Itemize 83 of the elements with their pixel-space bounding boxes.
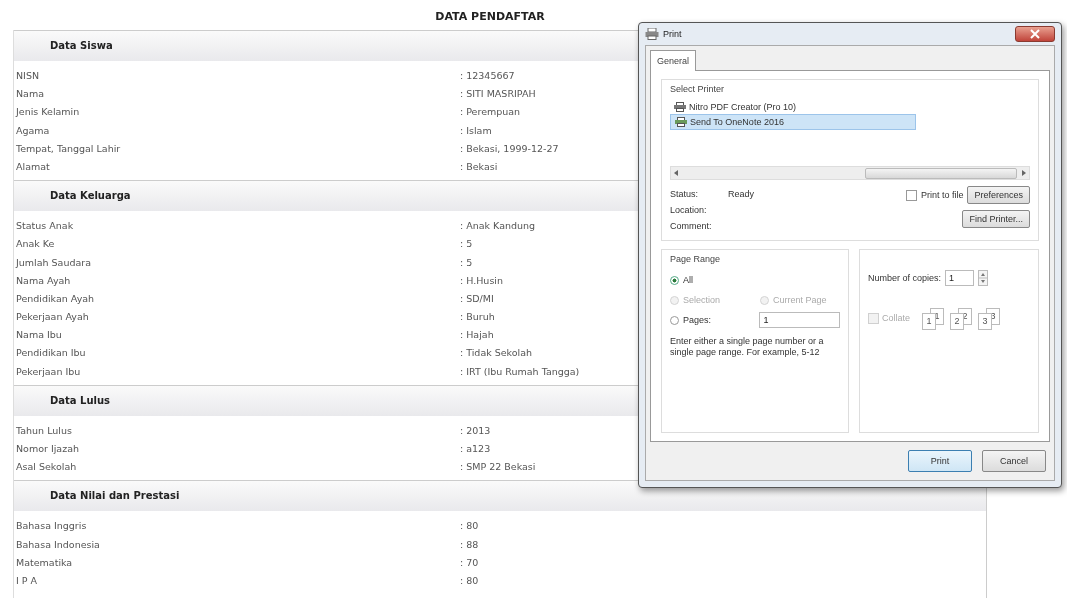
field-label: Nama [15,87,45,102]
field-value: : 5 [460,237,473,252]
field-value: : 70 [460,555,479,570]
copies-label: Number of copies: [868,273,942,283]
checkbox-label: Collate [882,313,910,323]
pages-field[interactable]: 1 [759,312,840,328]
section-header: Data Nilai dan Prestasi [14,480,986,512]
copies-field[interactable]: 1 [945,270,975,286]
preferences-button[interactable]: Preferences [967,186,1030,204]
field-value: : Bekasi [460,159,498,174]
field-label: Alamat [15,159,51,174]
field-value: : SD/MI [460,291,494,306]
field-value: : 88 [460,537,479,552]
field-value: : Islam [460,123,492,138]
printer-icon [675,117,687,127]
field-label: Nama Ibu [15,328,63,343]
dialog-title: Print [663,29,682,39]
printer-item[interactable]: Nitro PDF Creator (Pro 10) [670,100,914,114]
close-button[interactable] [1015,26,1055,42]
field-label: Pekerjaan Ibu [15,364,82,379]
field-value: : Anak Kandung [460,219,536,234]
printer-icon [674,102,686,112]
tab[interactable]: General [650,50,697,71]
field-value: : 12345667 [460,69,515,83]
checkbox[interactable] [905,189,917,201]
radio-label: Pages: [683,315,712,325]
field-value: : Tidak Sekolah [460,346,533,361]
field-value: : SMP 22 Bekasi [460,460,536,475]
radio-button[interactable] [670,315,679,325]
comment-label: Comment: [670,221,713,231]
field-label: Pendidikan Ayah [15,291,96,306]
field-value: : IRT (Ibu Rumah Tangga) [460,364,580,379]
field-label: Pekerjaan Ayah [15,310,90,325]
field-value: : Hajah [460,328,494,343]
field-value: : Perempuan [460,105,521,120]
print-button[interactable]: Print [908,450,972,472]
group-label: Select Printer [670,84,726,94]
cancel-button[interactable]: Cancel [982,450,1046,472]
field-label: Bahasa Inggris [15,519,88,534]
field-value: : 2013 [460,423,491,438]
radio-label: Current Page [773,295,827,305]
field-value: : 80 [460,573,479,588]
printer-item[interactable]: Send To OneNote 2016 [670,114,916,130]
field-value: : 80 [460,519,479,534]
field-label: Pendidikan Ibu [15,346,87,361]
status-label: Status: [670,189,699,199]
field-label: Matematika [15,555,74,570]
field-value: : H.Husin [460,273,503,288]
radio-button[interactable] [670,275,679,285]
radio-label: All [683,275,693,285]
field-label: Anak Ke [15,237,56,252]
spin-button[interactable] [978,270,989,286]
field-label: Status Anak [15,219,75,234]
horizontal-scrollbar[interactable] [670,166,1030,180]
hint-text: Enter either a single page number or a single page range. For example, 5-12 [670,336,825,358]
radio-label: Selection [683,295,721,305]
field-value: : a123 [460,442,491,456]
checkbox-label: Print to file [920,190,964,200]
field-value: : SITI MASRIPAH [460,87,536,102]
field-value: : 5 [460,255,473,270]
field-value: : Bekasi, 1999-12-27 [460,141,559,156]
field-label: Jenis Kelamin [14,105,81,120]
field-label: Tempat, Tanggal Lahir [15,141,122,156]
field-label: NISN [15,69,41,83]
printer-icon [645,28,659,40]
group-label: Page Range [670,254,722,264]
close-icon [1030,29,1040,39]
field-label: Nomor Ijazah [15,442,80,456]
field-label: I P A [15,573,39,588]
page-icon: 2 [950,313,964,330]
field-label: Asal Sekolah [15,460,78,475]
field-label: Agama [15,123,51,138]
page-icon: 1 [922,313,936,330]
field-label: Bahasa Indonesia [15,537,101,552]
page-icon: 3 [978,313,992,330]
field-label: Jumlah Saudara [14,255,93,270]
find-printer-button[interactable]: Find Printer... [962,210,1030,228]
field-label: Tahun Lulus [15,423,73,438]
field-label: Nama Ayah [15,273,72,288]
status-value: Ready [728,189,754,199]
field-value: : Buruh [460,310,495,325]
page-title: DATA PENDAFTAR [434,9,546,25]
location-label: Location: [670,205,708,215]
